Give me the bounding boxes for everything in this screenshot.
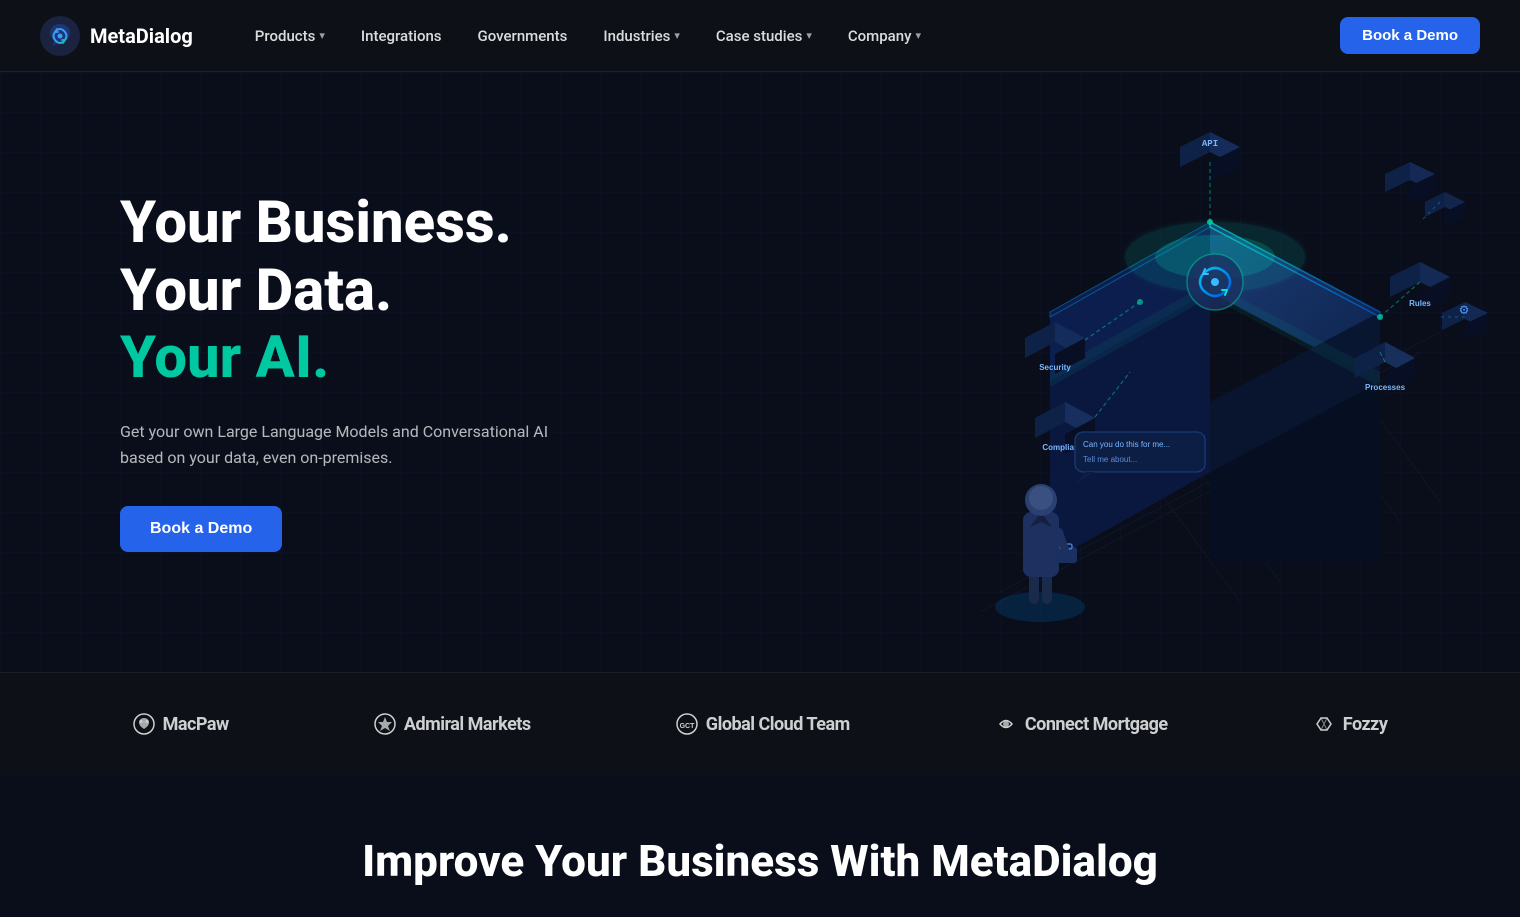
logo-link[interactable]: MetaDialog bbox=[40, 16, 193, 56]
svg-text:⚙: ⚙ bbox=[1459, 303, 1470, 317]
logo-text: MetaDialog bbox=[90, 24, 193, 48]
connect-label: Connect Mortgage bbox=[1025, 714, 1168, 735]
nav-book-demo-button[interactable]: Book a Demo bbox=[1340, 17, 1480, 54]
svg-text:Rules: Rules bbox=[1409, 299, 1431, 308]
hero-title-line2: Your Data. bbox=[120, 260, 580, 324]
hero-subtitle: Get your own Large Language Models and C… bbox=[120, 419, 580, 470]
svg-text:Security: Security bbox=[1039, 363, 1071, 372]
hero-illustration: API Rules bbox=[860, 102, 1520, 642]
macpaw-icon bbox=[133, 713, 155, 735]
chevron-down-icon: ▾ bbox=[319, 29, 325, 42]
logos-section: MacPaw Admiral Markets GCT Global Cloud … bbox=[0, 672, 1520, 775]
logo-admiral: Admiral Markets bbox=[374, 713, 531, 735]
hero-book-demo-button[interactable]: Book a Demo bbox=[120, 506, 282, 552]
svg-text:Processes: Processes bbox=[1365, 383, 1406, 392]
svg-text:GCT: GCT bbox=[679, 723, 695, 730]
logo-gct: GCT Global Cloud Team bbox=[676, 713, 850, 735]
admiral-icon bbox=[374, 713, 396, 735]
nav-item-company[interactable]: Company ▾ bbox=[834, 19, 935, 53]
nav-item-industries[interactable]: Industries ▾ bbox=[589, 19, 694, 53]
hero-content: Your Business. Your Data. Your AI. Get y… bbox=[120, 192, 580, 553]
hero-title-line3: Your AI. bbox=[120, 327, 580, 391]
chevron-down-icon: ▾ bbox=[915, 29, 921, 42]
navbar: MetaDialog Products ▾ Integrations Gover… bbox=[0, 0, 1520, 72]
bottom-section: Improve Your Business With MetaDialog bbox=[0, 775, 1520, 917]
admiral-label: Admiral Markets bbox=[404, 714, 531, 735]
hero-section: Your Business. Your Data. Your AI. Get y… bbox=[0, 72, 1520, 672]
svg-text:Can you do this for me...: Can you do this for me... bbox=[1083, 440, 1170, 449]
bottom-title: Improve Your Business With MetaDialog bbox=[60, 835, 1460, 887]
logo-icon bbox=[40, 16, 80, 56]
gct-icon: GCT bbox=[676, 713, 698, 735]
fozzy-label: Fozzy bbox=[1343, 714, 1388, 735]
gct-label: Global Cloud Team bbox=[706, 714, 850, 735]
logo-macpaw: MacPaw bbox=[133, 713, 229, 735]
svg-text:API: API bbox=[1202, 139, 1218, 149]
nav-item-products[interactable]: Products ▾ bbox=[241, 19, 339, 53]
logo-fozzy: Fozzy bbox=[1313, 713, 1388, 735]
connect-icon bbox=[995, 713, 1017, 735]
fozzy-icon bbox=[1313, 713, 1335, 735]
nav-item-governments[interactable]: Governments bbox=[464, 19, 582, 53]
macpaw-label: MacPaw bbox=[163, 714, 229, 735]
nav-item-case-studies[interactable]: Case studies ▾ bbox=[702, 19, 826, 53]
hero-title-line1: Your Business. bbox=[120, 192, 580, 256]
svg-text:Tell me about...: Tell me about... bbox=[1083, 455, 1137, 464]
chevron-down-icon: ▾ bbox=[806, 29, 812, 42]
nav-links: Products ▾ Integrations Governments Indu… bbox=[241, 19, 1340, 53]
chevron-down-icon: ▾ bbox=[674, 29, 680, 42]
nav-item-integrations[interactable]: Integrations bbox=[347, 19, 456, 53]
logo-connect: Connect Mortgage bbox=[995, 713, 1168, 735]
